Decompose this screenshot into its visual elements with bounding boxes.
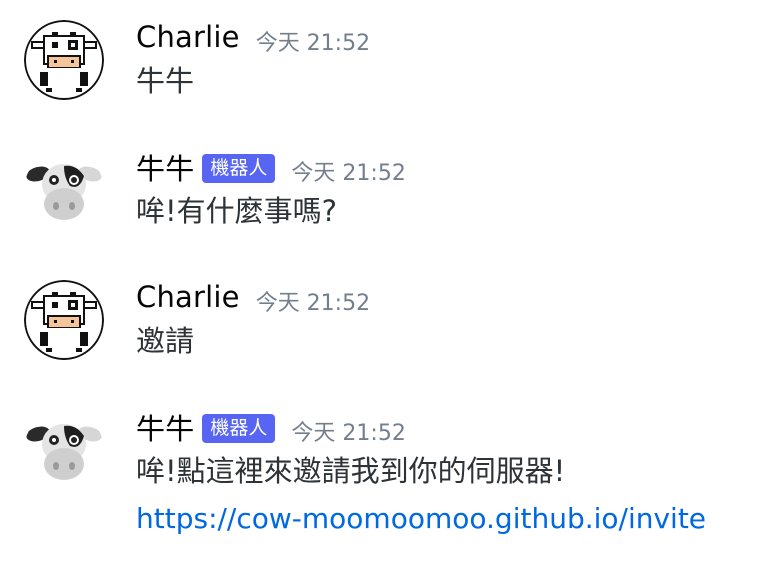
message-content: 牛牛 <box>136 64 195 98</box>
chat-message-list: Charlie 今天 21:52 牛牛 牛牛 機器人 今天 21:52 哞!有什… <box>0 0 773 571</box>
message-content: 邀請 <box>136 324 195 358</box>
message-header: 牛牛 機器人 今天 21:52 <box>136 150 406 190</box>
message-author[interactable]: Charlie <box>136 20 240 54</box>
message-timestamp: 今天 21:52 <box>255 31 371 56</box>
bot-tag-badge: 機器人 <box>202 153 276 183</box>
message-header: 牛牛 機器人 今天 21:52 <box>136 410 406 450</box>
message-timestamp: 今天 21:52 <box>255 291 371 316</box>
pixel-cow-avatar-icon[interactable] <box>24 280 104 360</box>
plush-cow-avatar-icon[interactable] <box>24 410 104 490</box>
message-content: 哞!有什麼事嗎? <box>136 194 338 228</box>
chat-message: 牛牛 機器人 今天 21:52 哞!有什麼事嗎? <box>0 150 773 250</box>
invite-link[interactable]: https://cow-moomoomoo.github.io/invite <box>136 498 706 540</box>
pixel-cow-avatar-icon[interactable] <box>24 20 104 100</box>
message-header: Charlie 今天 21:52 <box>136 20 370 60</box>
message-author[interactable]: Charlie <box>136 280 240 314</box>
message-author[interactable]: 牛牛 <box>136 146 194 188</box>
chat-message: Charlie 今天 21:52 牛牛 <box>0 20 773 120</box>
message-timestamp: 今天 21:52 <box>291 161 406 186</box>
chat-message: Charlie 今天 21:52 邀請 <box>0 280 773 380</box>
message-header: Charlie 今天 21:52 <box>136 280 370 320</box>
message-content: 哞!點這裡來邀請我到你的伺服器! <box>136 454 566 488</box>
plush-cow-avatar-icon[interactable] <box>24 150 104 230</box>
chat-message: 牛牛 機器人 今天 21:52 哞!點這裡來邀請我到你的伺服器! https:/… <box>0 410 773 550</box>
bot-tag-badge: 機器人 <box>202 413 276 443</box>
message-timestamp: 今天 21:52 <box>291 421 406 446</box>
message-author[interactable]: 牛牛 <box>136 406 194 448</box>
